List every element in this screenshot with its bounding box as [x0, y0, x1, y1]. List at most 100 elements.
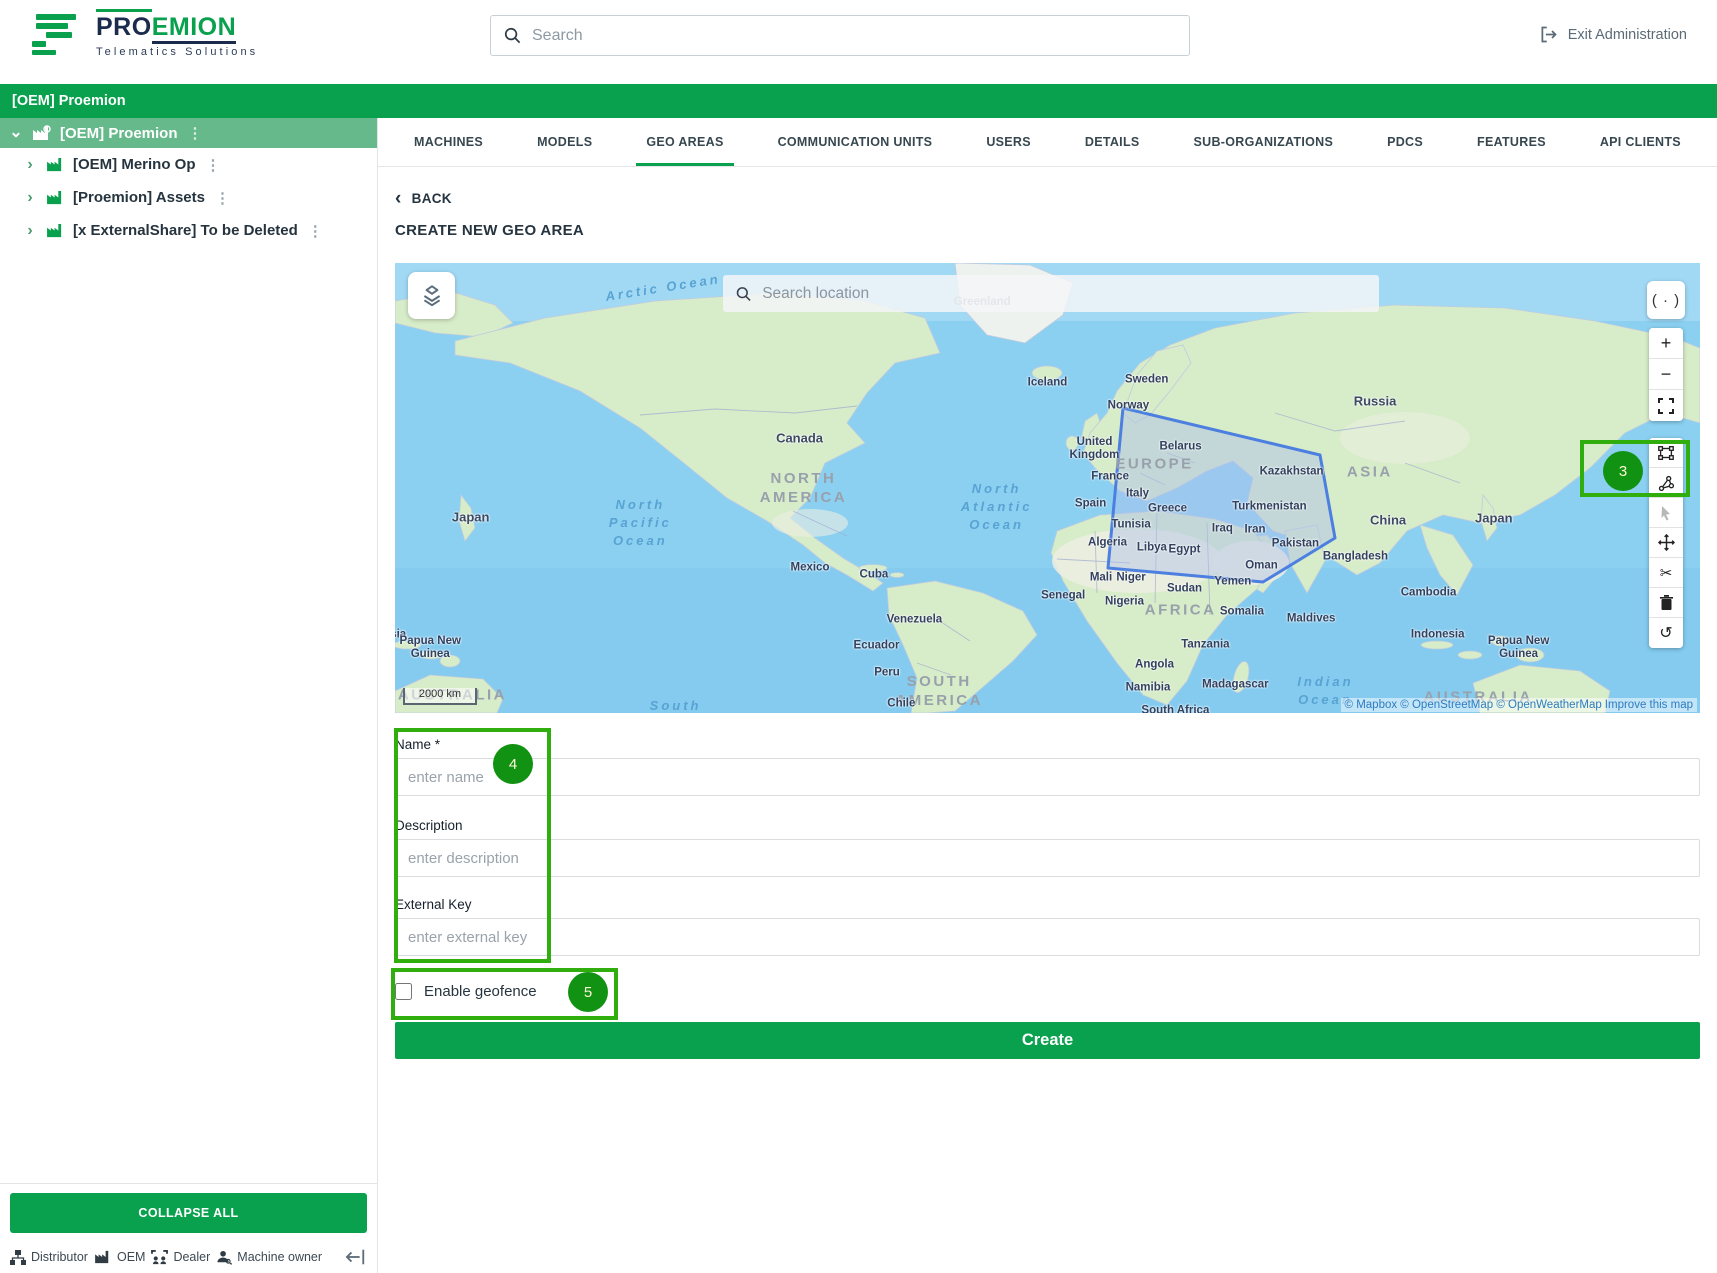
dealer-icon	[151, 1250, 168, 1265]
tab-communication-units[interactable]: COMMUNICATION UNITS	[768, 118, 943, 166]
chevron-down-icon[interactable]: ⌄	[8, 125, 24, 141]
org-tabs: MACHINES MODELS GEO AREAS COMMUNICATION …	[378, 118, 1717, 167]
select-feature-button[interactable]	[1649, 498, 1683, 528]
map-label: Cuba	[860, 568, 889, 581]
tab-sub-organizations[interactable]: SUB-ORGANIZATIONS	[1184, 118, 1344, 166]
cut-feature-button[interactable]: ✂	[1649, 558, 1683, 588]
collapse-sidebar-button[interactable]	[345, 1247, 367, 1267]
page-title: CREATE NEW GEO AREA	[395, 222, 1700, 239]
legend-dealer: Dealer	[151, 1250, 210, 1265]
external-key-field[interactable]	[395, 918, 1700, 956]
map-label: Italy	[1126, 487, 1149, 500]
item-menu-icon[interactable]: ⋮	[206, 156, 221, 174]
trash-icon	[1659, 595, 1674, 611]
exit-administration-button[interactable]: Exit Administration	[1538, 24, 1687, 45]
sidebar-item-externalshare-to-be-deleted[interactable]: › [x ExternalShare] To be Deleted ⋮	[0, 214, 377, 247]
delete-feature-button[interactable]	[1649, 588, 1683, 618]
collapse-all-button[interactable]: COLLAPSE ALL	[10, 1193, 367, 1233]
factory-icon	[46, 157, 65, 172]
map-label: Libya	[1137, 541, 1167, 554]
map-attribution: © Mapbox © OpenStreetMap © OpenWeatherMa…	[1341, 698, 1697, 712]
map-label: Arctic Ocean	[604, 270, 722, 306]
factory-icon	[94, 1250, 112, 1264]
tab-pdcs[interactable]: PDCS	[1377, 118, 1433, 166]
logo-subtitle: Telematics Solutions	[96, 46, 258, 58]
map-zoom-controls: + −	[1649, 328, 1683, 421]
draw-rectangle-button[interactable]	[1649, 438, 1683, 468]
enable-geofence-checkbox[interactable]	[395, 983, 412, 1000]
minus-icon: −	[1661, 364, 1672, 385]
geo-area-map[interactable]: Arctic OceanGreenlandIcelandSwedenNorway…	[395, 263, 1700, 713]
map-label: Algeria	[1088, 536, 1127, 549]
app-header: PROEMION Telematics Solutions Exit Admin…	[0, 0, 1717, 84]
back-button[interactable]: ‹ BACK	[395, 191, 475, 206]
map-label: Papua New Guinea	[400, 635, 461, 661]
cursor-icon	[1658, 505, 1674, 521]
tab-geo-areas[interactable]: GEO AREAS	[636, 118, 733, 166]
map-label: North Pacific Ocean	[609, 496, 672, 550]
map-label: Greece	[1148, 503, 1187, 516]
map-label: Yemen	[1214, 576, 1251, 589]
item-menu-icon[interactable]: ⋮	[308, 222, 323, 240]
map-label: South	[650, 697, 702, 713]
sidebar-item-oem-merino-op[interactable]: › [OEM] Merino Op ⋮	[0, 148, 377, 181]
map-label: Oman	[1245, 559, 1278, 572]
move-feature-button[interactable]	[1649, 528, 1683, 558]
map-label: Japan	[1475, 511, 1513, 526]
map-label: Indonesia	[1411, 629, 1465, 642]
sidebar-item-oem-proemion[interactable]: ⌄ [OEM] Proemion ⋮	[0, 118, 377, 148]
collapse-left-icon	[345, 1247, 367, 1267]
name-field[interactable]	[395, 758, 1700, 796]
zoom-in-button[interactable]: +	[1649, 328, 1683, 359]
rotate-feature-button[interactable]: ↺	[1649, 618, 1683, 648]
draw-polygon-button[interactable]	[1649, 468, 1683, 498]
map-label: South Africa	[1141, 704, 1209, 713]
map-label: North Atlantic Ocean	[961, 480, 1033, 534]
description-field[interactable]	[395, 839, 1700, 877]
improve-map-link[interactable]: Improve this map	[1605, 699, 1693, 711]
tab-features[interactable]: FEATURES	[1467, 118, 1556, 166]
tab-machines[interactable]: MACHINES	[404, 118, 493, 166]
tab-users[interactable]: USERS	[976, 118, 1041, 166]
map-label: Kazakhstan	[1260, 465, 1324, 478]
item-menu-icon[interactable]: ⋮	[188, 124, 203, 142]
tab-details[interactable]: DETAILS	[1075, 118, 1150, 166]
proemion-logo-icon	[30, 12, 78, 64]
tab-models[interactable]: MODELS	[527, 118, 602, 166]
org-type-legend: Distributor OEM Dealer Machine owner	[10, 1247, 367, 1267]
chevron-right-icon[interactable]: ›	[22, 157, 38, 173]
map-search-box[interactable]	[723, 275, 1379, 312]
chevron-right-icon[interactable]: ›	[22, 223, 38, 239]
back-label: BACK	[412, 191, 452, 206]
create-button[interactable]: Create	[395, 1022, 1700, 1059]
sidebar-item-proemion-assets[interactable]: › [Proemion] Assets ⋮	[0, 181, 377, 214]
global-search[interactable]	[490, 15, 1190, 56]
name-label: Name *	[395, 737, 1700, 752]
search-icon	[503, 26, 522, 45]
enable-geofence-row: Enable geofence	[395, 976, 1700, 1006]
sidebar-item-label: [OEM] Proemion	[60, 125, 178, 142]
item-menu-icon[interactable]: ⋮	[215, 189, 230, 207]
map-layers-button[interactable]	[408, 272, 455, 319]
map-label: Angola	[1135, 658, 1174, 671]
chevron-right-icon[interactable]: ›	[22, 190, 38, 206]
proemion-logo: PROEMION Telematics Solutions	[30, 12, 258, 64]
search-icon	[735, 285, 752, 303]
exit-icon	[1538, 24, 1559, 45]
legend-distributor: Distributor	[10, 1250, 88, 1265]
current-org-title: [OEM] Proemion	[12, 93, 126, 109]
machine-owner-icon	[216, 1250, 232, 1265]
map-label: Venezuela	[887, 613, 943, 626]
sidebar-footer: COLLAPSE ALL Distributor OEM Dealer Mach…	[0, 1183, 377, 1273]
attribution-text: © Mapbox © OpenStreetMap © OpenWeatherMa…	[1345, 699, 1602, 711]
map-search-input[interactable]	[762, 285, 1367, 303]
map-label: Belarus	[1160, 441, 1202, 454]
map-label: Chile	[887, 698, 915, 711]
global-search-input[interactable]	[532, 27, 1177, 45]
geolocate-button[interactable]: ( · )	[1647, 281, 1685, 319]
fullscreen-button[interactable]	[1649, 390, 1683, 421]
zoom-out-button[interactable]: −	[1649, 359, 1683, 390]
tab-api-clients[interactable]: API CLIENTS	[1590, 118, 1691, 166]
map-label: Cambodia	[1401, 586, 1457, 599]
map-label: AFRICA	[1145, 600, 1217, 619]
